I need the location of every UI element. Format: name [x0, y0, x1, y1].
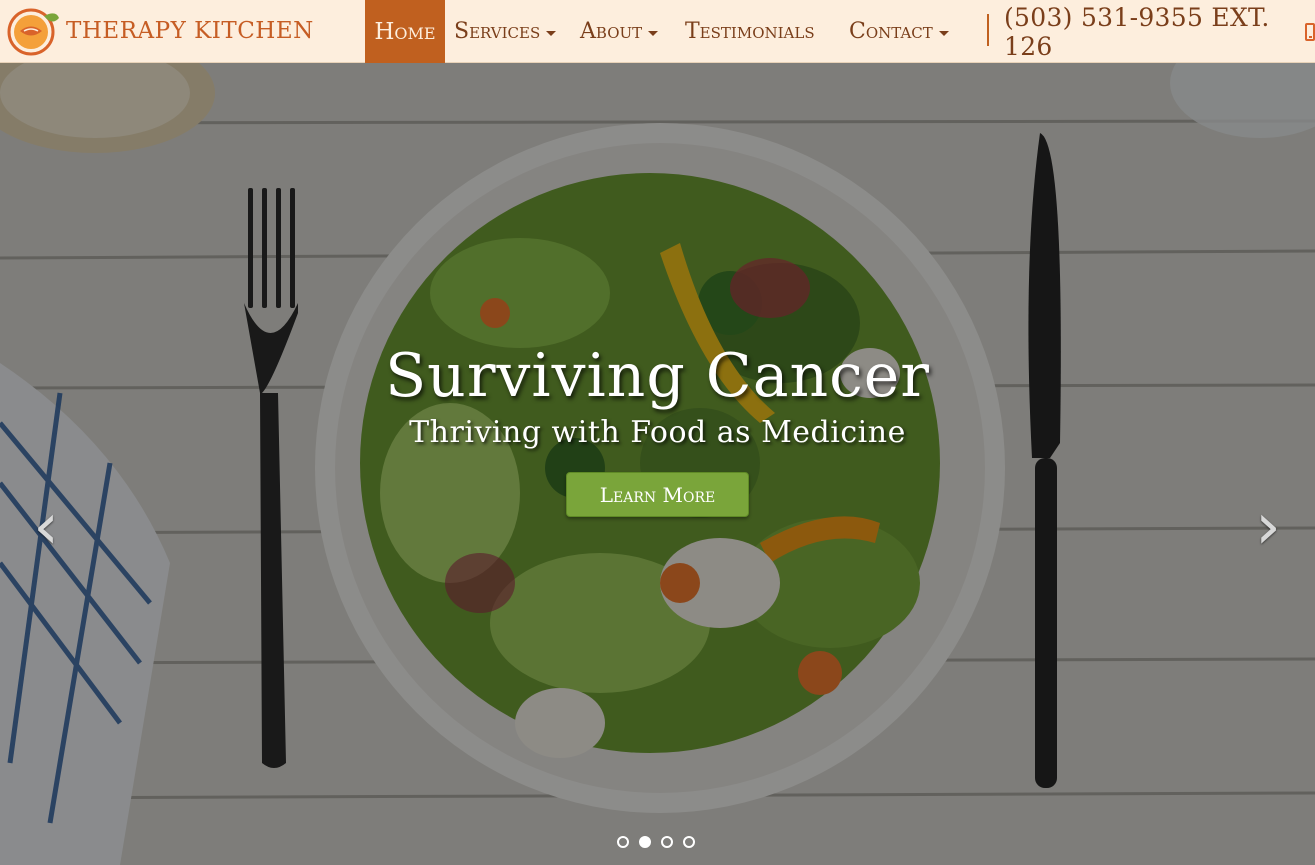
phone-number: (503) 531-9355 EXT. 126 — [1004, 2, 1270, 61]
nav-services-label: Services — [454, 19, 541, 44]
carousel-indicator-2[interactable] — [639, 836, 651, 848]
learn-more-button[interactable]: Learn More — [566, 472, 749, 517]
hero-dark-overlay — [0, 63, 1315, 865]
brand-name: Therapy Kitchen — [66, 18, 314, 44]
nav-services[interactable]: Services — [454, 0, 557, 63]
carousel-indicator-4[interactable] — [683, 836, 695, 848]
carousel-indicator-1[interactable] — [617, 836, 629, 848]
hero-title: Surviving Cancer — [385, 341, 930, 411]
chevron-right-icon[interactable]: › — [1248, 491, 1288, 563]
brand-link[interactable]: Therapy Kitchen — [4, 4, 314, 58]
phone-link[interactable]: (503) 531-9355 EXT. 126 — [1004, 0, 1315, 63]
top-navbar: Therapy Kitchen Home Services About Test… — [0, 0, 1315, 63]
mobile-phone-icon — [1304, 22, 1315, 41]
chevron-left-icon[interactable]: ‹ — [26, 491, 66, 563]
nav-testimonials[interactable]: Testimonials — [685, 0, 815, 63]
nav-divider — [987, 14, 989, 46]
carousel-indicators — [617, 836, 695, 850]
nav-contact[interactable]: Contact — [849, 0, 949, 63]
nav-contact-label: Contact — [849, 19, 933, 44]
caret-down-icon — [648, 30, 659, 36]
hero-carousel: Surviving Cancer Thriving with Food as M… — [0, 63, 1315, 865]
nav-testimonials-label: Testimonials — [685, 19, 815, 44]
nav-about[interactable]: About — [580, 0, 659, 63]
nav-home[interactable]: Home — [365, 0, 445, 63]
nav-about-label: About — [580, 19, 643, 44]
caret-down-icon — [938, 30, 949, 36]
carousel-indicator-3[interactable] — [661, 836, 673, 848]
orange-leaf-logo-icon — [7, 8, 59, 56]
caret-down-icon — [546, 30, 557, 36]
hero-subtitle: Thriving with Food as Medicine — [409, 415, 906, 450]
